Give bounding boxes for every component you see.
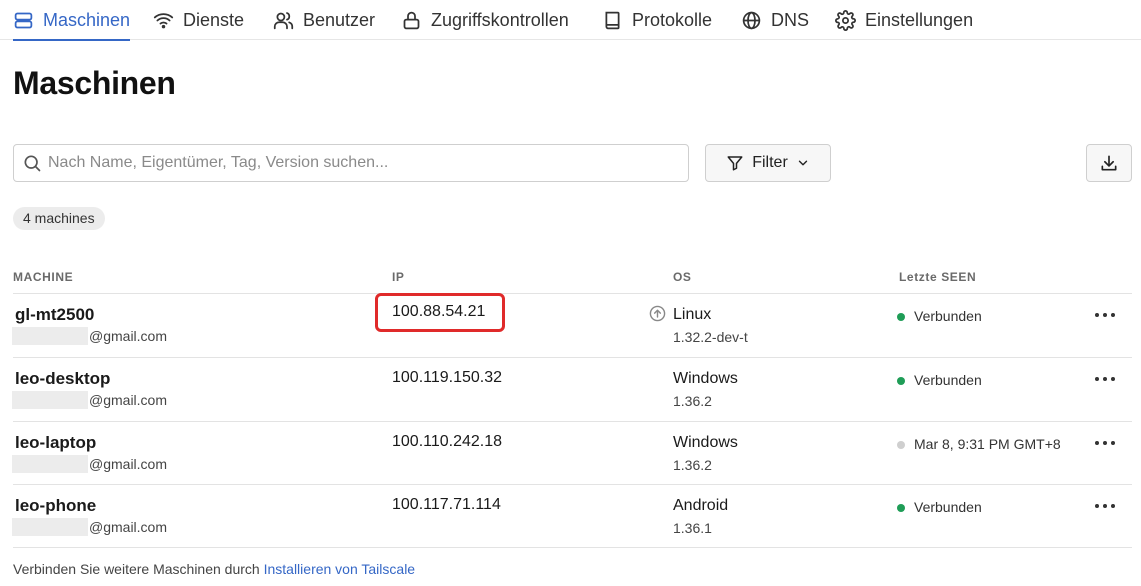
redacted-email xyxy=(12,455,88,473)
tab-label: Protokolle xyxy=(632,9,713,30)
os-version: 1.32.2-dev-t xyxy=(673,329,748,345)
footer-text: Verbinden Sie weitere Maschinen durch xyxy=(13,561,264,577)
machine-owner: @gmail.com xyxy=(12,454,172,473)
install-tailscale-link[interactable]: Installieren von Tailscale xyxy=(264,561,416,577)
os-version: 1.36.1 xyxy=(673,520,712,536)
tab-dienste[interactable]: Dienste xyxy=(153,0,244,40)
tab-protokolle[interactable]: Protokolle xyxy=(602,0,712,40)
status-dot xyxy=(897,377,905,385)
status-text: Verbunden xyxy=(914,372,982,388)
owner-email: @gmail.com xyxy=(89,392,168,408)
status-text: Verbunden xyxy=(914,308,982,324)
table-row[interactable]: leo-phone @gmail.com 100.117.71.114 Andr… xyxy=(0,485,1141,548)
tab-label: Benutzer xyxy=(303,9,376,30)
redacted-email xyxy=(12,518,88,536)
search-box[interactable] xyxy=(13,144,689,182)
machine-name[interactable]: gl-mt2500 xyxy=(15,305,94,325)
machine-name[interactable]: leo-phone xyxy=(15,496,96,516)
users-icon xyxy=(273,11,294,29)
machine-ip[interactable]: 100.88.54.21 xyxy=(375,293,505,332)
machine-owner: @gmail.com xyxy=(12,517,172,536)
tab-benutzer[interactable]: Benutzer xyxy=(273,0,375,40)
more-options-button[interactable] xyxy=(1093,369,1117,389)
filter-label: Filter xyxy=(752,154,788,171)
tab-label: Einstellungen xyxy=(865,9,974,30)
tab-einstellungen[interactable]: Einstellungen xyxy=(835,0,973,40)
download-icon xyxy=(1101,155,1117,171)
tab-zugriffskontrollen[interactable]: Zugriffskontrollen xyxy=(401,0,569,40)
os-version: 1.36.2 xyxy=(673,457,712,473)
machine-ip[interactable]: 100.110.242.18 xyxy=(392,433,502,451)
tab-label: Dienste xyxy=(183,9,245,30)
status-dot xyxy=(897,313,905,321)
machine-ip[interactable]: 100.119.150.32 xyxy=(392,369,502,387)
book-icon xyxy=(605,11,620,29)
column-header-machine: MACHINE xyxy=(13,270,74,284)
column-header-os: OS xyxy=(673,270,692,284)
table-row[interactable]: leo-desktop @gmail.com 100.119.150.32 Wi… xyxy=(0,358,1141,421)
column-header-ip: IP xyxy=(392,270,405,284)
os-name: Windows xyxy=(673,434,738,451)
more-options-button[interactable] xyxy=(1093,496,1117,516)
os-name: Linux xyxy=(673,306,712,323)
globe-icon xyxy=(742,11,761,29)
owner-email: @gmail.com xyxy=(89,456,168,472)
status-dot xyxy=(897,504,905,512)
redacted-email xyxy=(12,391,88,409)
machine-owner: @gmail.com xyxy=(12,390,172,409)
tab-label: Maschinen xyxy=(43,9,131,30)
tab-label: Zugriffskontrollen xyxy=(431,9,569,30)
tab-dns[interactable]: DNS xyxy=(741,0,809,40)
divider xyxy=(13,547,1132,548)
gear-icon xyxy=(835,9,856,31)
machine-ip[interactable]: 100.117.71.114 xyxy=(392,496,501,514)
table-row[interactable]: gl-mt2500 @gmail.com 100.88.54.21 Linux … xyxy=(0,293,1141,357)
wifi-icon xyxy=(153,12,174,28)
search-input[interactable] xyxy=(48,154,668,172)
machine-name[interactable]: leo-laptop xyxy=(15,433,96,453)
filter-button[interactable]: Filter xyxy=(705,144,831,182)
machine-count-badge: 4 machines xyxy=(13,207,105,230)
top-nav: Maschinen Dienste Benutzer Zugriffskontr… xyxy=(0,0,1141,41)
table-row[interactable]: leo-laptop @gmail.com 100.110.242.18 Win… xyxy=(0,422,1141,485)
filter-icon xyxy=(727,156,743,171)
update-available-icon xyxy=(649,305,666,322)
os-version: 1.36.2 xyxy=(673,393,712,409)
lock-icon xyxy=(403,11,420,29)
status-text: Mar 8, 9:31 PM GMT+8 xyxy=(914,436,1061,452)
search-icon xyxy=(24,155,41,172)
export-button[interactable] xyxy=(1086,144,1132,182)
more-options-button[interactable] xyxy=(1093,433,1117,453)
chevron-down-icon xyxy=(798,160,807,166)
status-text: Verbunden xyxy=(914,499,982,515)
os-name: Android xyxy=(673,497,729,514)
machine-owner: @gmail.com xyxy=(12,326,172,345)
owner-email: @gmail.com xyxy=(89,328,168,344)
os-name: Windows xyxy=(673,370,738,387)
tab-maschinen[interactable]: Maschinen xyxy=(13,0,131,41)
owner-email: @gmail.com xyxy=(89,519,168,535)
page-title: Maschinen xyxy=(13,65,176,101)
redacted-email xyxy=(12,327,88,345)
server-icon xyxy=(14,12,33,28)
machine-name[interactable]: leo-desktop xyxy=(15,369,110,389)
tab-label: DNS xyxy=(771,9,810,30)
footer-hint: Verbinden Sie weitere Maschinen durch In… xyxy=(13,561,415,577)
column-header-last-seen: Letzte SEEN xyxy=(899,270,977,284)
status-dot xyxy=(897,441,905,449)
more-options-button[interactable] xyxy=(1093,305,1117,325)
